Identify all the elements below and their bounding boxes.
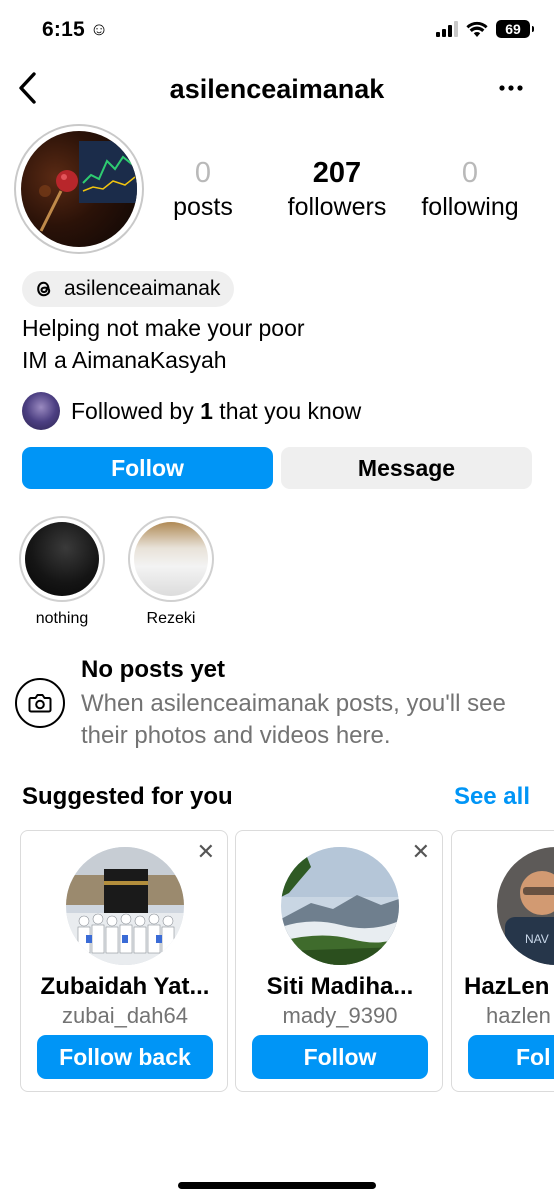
close-icon[interactable]: ✕ [197, 841, 215, 863]
suggestion-avatar[interactable] [281, 847, 399, 965]
no-posts-text: When asilenceaimanak posts, you'll see t… [81, 690, 506, 749]
smiley-icon: ☺ [89, 19, 109, 39]
followed-by-suffix: that you know [212, 397, 362, 424]
suggestion-handle: mady_9390 [282, 1003, 398, 1028]
status-time: 6:15 ☺ [42, 18, 108, 42]
suggested-title: Suggested for you [22, 783, 233, 810]
highlight-cover [134, 522, 208, 596]
suggestion-name: Zubaidah Yat... [40, 973, 210, 1000]
person-photo-illustration: NAV [497, 847, 554, 965]
posts-label: posts [173, 193, 233, 221]
suggestion-handle: zubai_dah64 [61, 1003, 188, 1028]
suggestion-name: Siti Madiha... [266, 973, 414, 1000]
followed-by-count: 1 [200, 397, 213, 424]
cellular-signal-icon [436, 21, 458, 37]
following-count: 0 [461, 157, 479, 189]
battery-indicator: 69 [496, 20, 534, 38]
following-label: following [421, 193, 519, 221]
bio-line-2: IM a AimanaKasyah [22, 347, 227, 373]
more-options-button[interactable] [496, 76, 526, 100]
highlight-ring [19, 516, 105, 602]
highlight-item[interactable]: nothing [19, 516, 105, 628]
camera-icon [28, 694, 52, 713]
profile-header: asilenceaimanak [0, 62, 554, 116]
profile-avatar[interactable] [14, 124, 144, 254]
profile-bio: Helping not make your poor IM a AimanaKa… [22, 312, 305, 376]
stat-followers[interactable]: 207 followers [272, 156, 402, 224]
stat-following[interactable]: 0 following [405, 156, 535, 224]
highlight-label: nothing [35, 610, 89, 627]
posts-count: 0 [194, 157, 212, 189]
followers-count: 207 [312, 157, 362, 189]
followers-label: followers [287, 193, 387, 221]
highlight-ring [128, 516, 214, 602]
status-icons: 69 [436, 20, 534, 38]
suggestion-avatar[interactable] [66, 847, 184, 965]
followed-by-prefix: Followed by [71, 397, 201, 424]
camera-icon-circle [15, 678, 65, 728]
suggestion-handle: hazlen [486, 1003, 551, 1028]
highlight-item[interactable]: Rezeki [128, 516, 214, 628]
threads-handle: asilenceaimanak [64, 277, 221, 300]
no-posts-title: No posts yet [81, 656, 226, 683]
page-title: asilenceaimanak [169, 74, 385, 104]
svg-text:NAV: NAV [525, 932, 549, 946]
threads-badge[interactable]: asilenceaimanak [22, 271, 235, 307]
stat-posts[interactable]: 0 posts [138, 156, 268, 224]
landscape-photo-illustration [281, 847, 399, 965]
suggestion-card[interactable]: ✕ Siti Madiha... mady_9390 Follow [235, 830, 443, 1092]
wifi-icon [466, 21, 488, 37]
highlight-label: Rezeki [146, 610, 196, 627]
more-horizontal-icon [499, 85, 523, 91]
status-time-text: 6:15 [42, 18, 85, 41]
message-button[interactable]: Message [281, 447, 532, 489]
follow-back-button[interactable]: Follow back [37, 1035, 213, 1079]
kaaba-photo-illustration [66, 847, 184, 965]
follow-button[interactable]: Follow [252, 1035, 428, 1079]
follow-button[interactable]: Fol [468, 1035, 554, 1079]
followed-by-row[interactable]: Followed by 1 that you know [22, 392, 361, 430]
see-all-link[interactable]: See all [454, 783, 530, 811]
followed-by-text: Followed by 1 that you know [71, 398, 361, 425]
highlight-cover [25, 522, 99, 596]
home-indicator[interactable] [178, 1182, 376, 1189]
status-bar: 6:15 ☺ 69 [0, 0, 554, 62]
suggestion-name: HazLen [464, 973, 550, 1000]
bio-line-1: Helping not make your poor [22, 315, 305, 341]
suggestion-card[interactable]: NAV HazLen hazlen Fol [451, 830, 554, 1092]
suggestion-avatar[interactable]: NAV [497, 847, 554, 965]
close-icon[interactable]: ✕ [412, 841, 430, 863]
avatar-photo-illustration [39, 141, 137, 232]
profile-avatar-image [21, 131, 137, 247]
follow-button[interactable]: Follow [22, 447, 273, 489]
mutual-follower-avatar [22, 392, 60, 430]
threads-icon [37, 281, 51, 297]
profile-stats: 0 posts 207 followers 0 following [150, 156, 554, 226]
profile-actions: Follow Message [22, 447, 532, 489]
suggestion-card[interactable]: ✕ Zubaidah Yat... zubai_dah64 Follow bac… [20, 830, 228, 1092]
